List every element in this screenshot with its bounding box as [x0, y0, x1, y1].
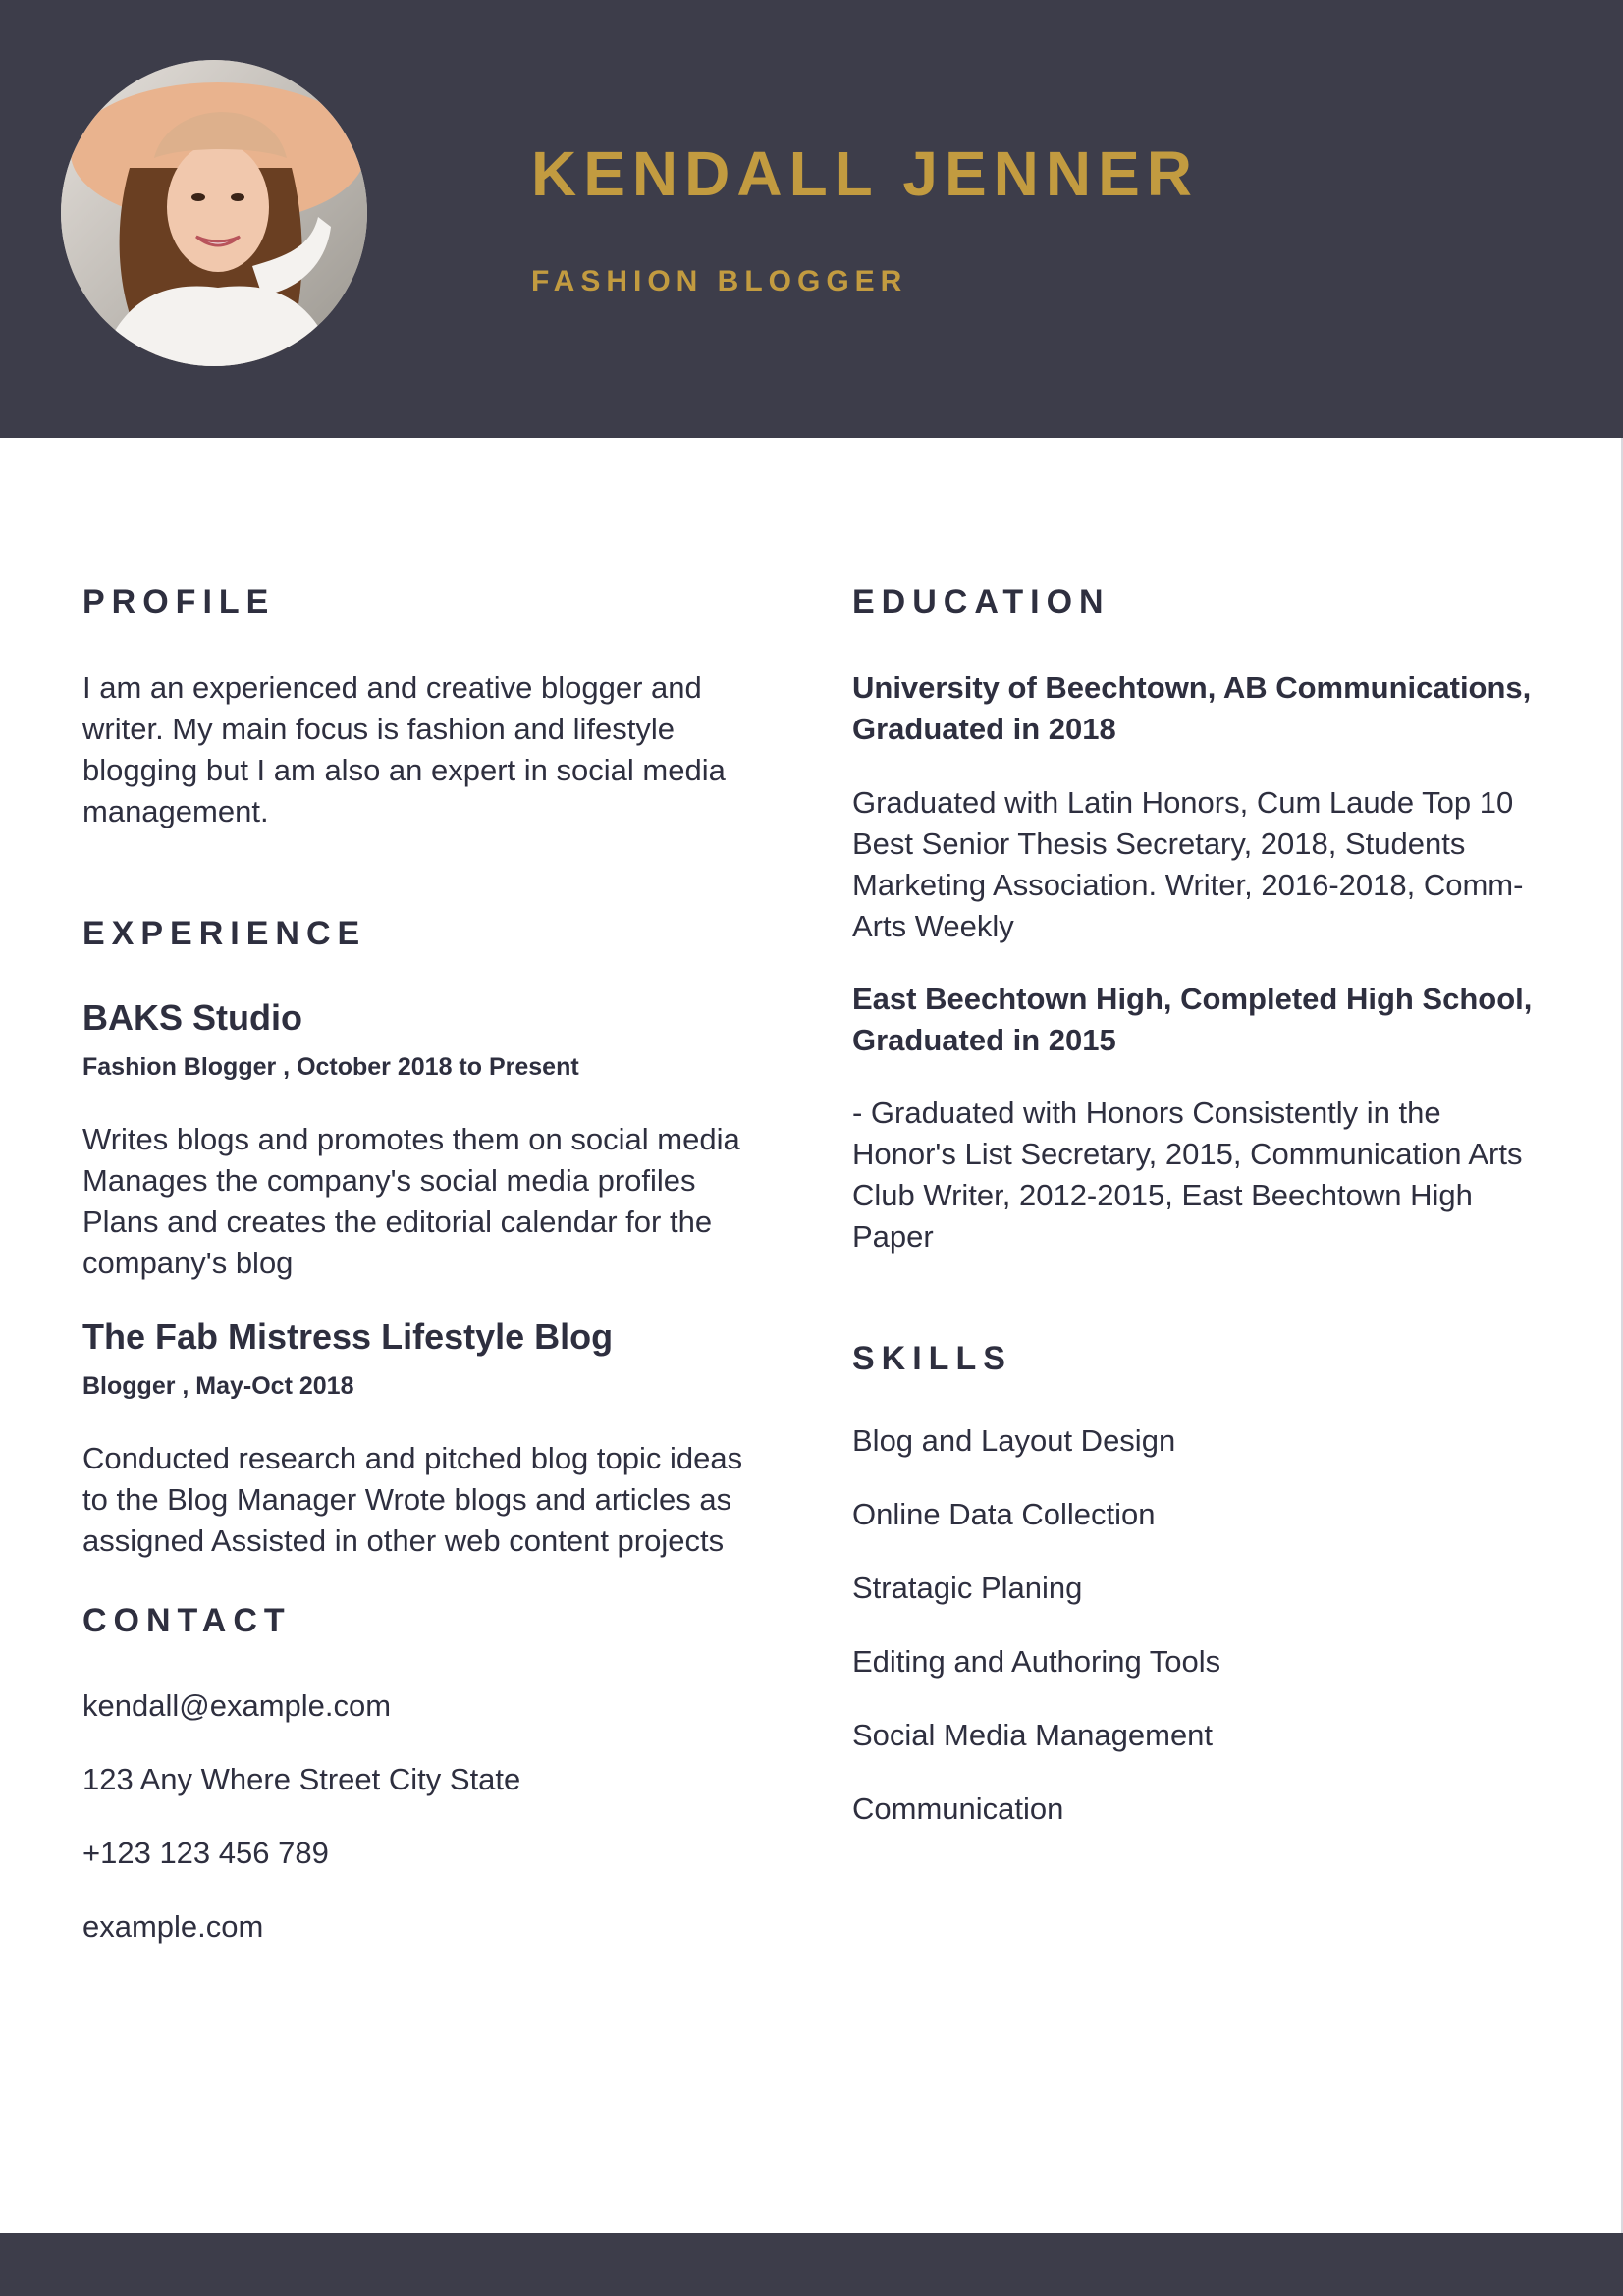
experience-heading: EXPERIENCE [82, 915, 367, 952]
skill-item: Social Media Management [852, 1718, 1214, 1752]
job-meta: Blogger , May-Oct 2018 [82, 1372, 354, 1400]
education-heading-entry: East Beechtown High, Completed High Scho… [852, 982, 1533, 1057]
resume-page: KENDALL JENNER FASHION BLOGGER PROFILE I… [0, 0, 1623, 2296]
job-description: Writes blogs and promotes them on social… [82, 1122, 740, 1280]
education-heading: EDUCATION [852, 583, 1110, 620]
footer-bar [0, 2233, 1623, 2296]
job-company: The Fab Mistress Lifestyle Blog [82, 1316, 614, 1357]
skill-item: Blog and Layout Design [852, 1423, 1176, 1458]
profile-text: I am an experienced and creative blogger… [82, 670, 726, 828]
profile-photo-image [61, 60, 367, 366]
candidate-name: KENDALL JENNER [531, 138, 1199, 209]
skill-item: Communication [852, 1791, 1064, 1826]
candidate-role: FASHION BLOGGER [531, 265, 908, 297]
education-details: - Graduated with Honors Consistently in … [852, 1095, 1523, 1254]
education-details: Graduated with Latin Honors, Cum Laude T… [852, 785, 1524, 943]
skill-item: Editing and Authoring Tools [852, 1644, 1221, 1679]
contact-address: 123 Any Where Street City State [82, 1762, 521, 1796]
header-banner: KENDALL JENNER FASHION BLOGGER [0, 0, 1623, 438]
job-description: Conducted research and pitched blog topi… [82, 1441, 743, 1558]
skill-item: Stratagic Planing [852, 1571, 1083, 1605]
contact-heading: CONTACT [82, 1602, 292, 1639]
education-heading-entry: University of Beechtown, AB Communicatio… [852, 670, 1532, 746]
profile-photo [61, 60, 367, 366]
job-company: BAKS Studio [82, 997, 302, 1038]
skill-item: Online Data Collection [852, 1497, 1156, 1531]
contact-website[interactable]: example.com [82, 1909, 263, 1945]
contact-phone[interactable]: +123 123 456 789 [82, 1836, 329, 1871]
profile-heading: PROFILE [82, 583, 276, 620]
skills-heading: SKILLS [852, 1340, 1012, 1377]
contact-email[interactable]: kendall@example.com [82, 1688, 391, 1724]
job-meta: Fashion Blogger , October 2018 to Presen… [82, 1053, 579, 1081]
